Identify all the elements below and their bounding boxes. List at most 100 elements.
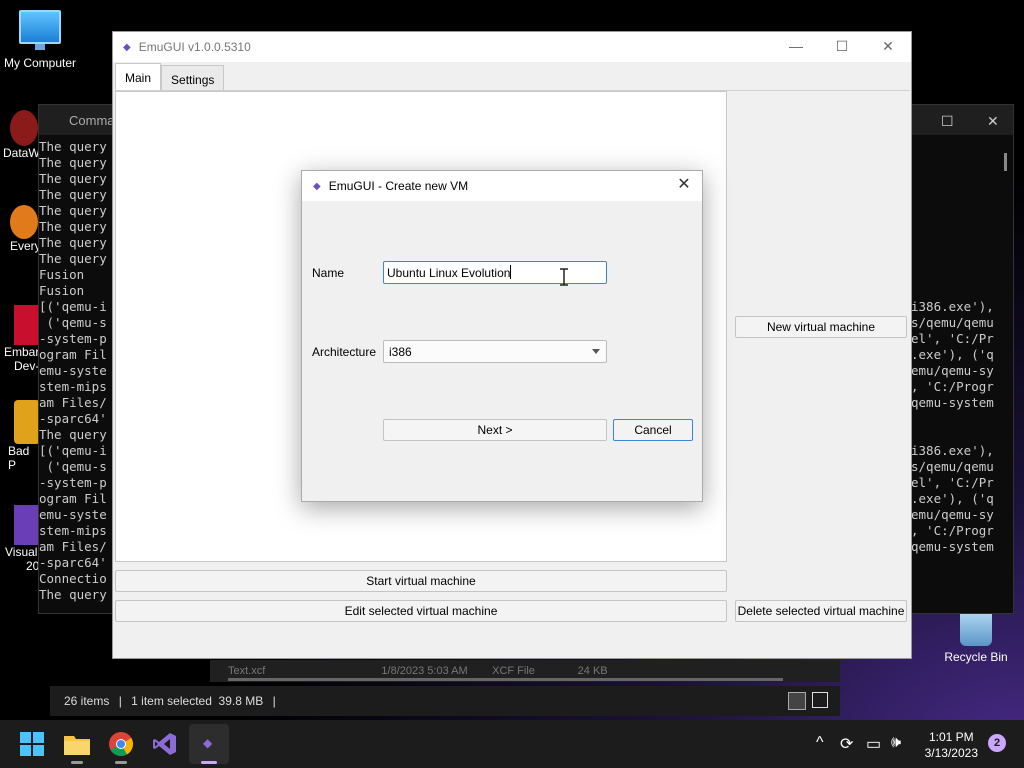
cmd-line: -sparc64': [39, 555, 107, 570]
cancel-button[interactable]: Cancel: [613, 419, 693, 441]
cmd-line: [('qemu-i: [39, 299, 107, 314]
close-icon[interactable]: ✕: [865, 32, 911, 62]
cmd-line: s/qemu/qemu: [911, 315, 994, 330]
emugui-icon: ◆: [313, 180, 321, 192]
maximize-icon[interactable]: ☐: [819, 32, 865, 62]
start-icon: [20, 732, 44, 756]
tab-main[interactable]: Main: [115, 63, 162, 91]
tab-bar: Main Settings: [115, 63, 225, 91]
desktop-icon-label: Recycle Bin: [944, 650, 1008, 664]
desktop-icon-label: My Computer: [3, 56, 77, 70]
delete-vm-button[interactable]: Delete selected virtual machine: [735, 600, 907, 622]
desktop-icon-embarcadero[interactable]: Embar Dev-: [0, 305, 42, 373]
cmd-line: .exe'), ('q: [911, 347, 994, 362]
taskbar-emugui[interactable]: ◆: [189, 724, 229, 764]
window-controls: — ☐ ✕: [773, 32, 911, 62]
cmd-line: stem-mips: [39, 379, 107, 394]
new-vm-button[interactable]: New virtual machine: [735, 316, 907, 338]
running-indicator: [115, 761, 127, 764]
desktop-icon-visual-studio[interactable]: Visual 20: [0, 505, 40, 573]
selection-info: 1 item selected 39.8 MB: [131, 694, 264, 708]
desktop-icon-label: Embar: [4, 345, 40, 359]
desktop-icon-datawarrior[interactable]: DataW: [0, 110, 40, 160]
close-icon[interactable]: ✕: [672, 174, 696, 198]
close-icon[interactable]: ✕: [987, 113, 999, 130]
cmd-line: -system-p: [39, 331, 107, 346]
cmd-line: The query: [39, 219, 107, 234]
cmd-line: am Files/: [39, 395, 107, 410]
edit-vm-button[interactable]: Edit selected virtual machine: [115, 600, 727, 622]
cmd-line: The query: [39, 427, 107, 442]
cmd-line: -system-p: [39, 475, 107, 490]
cmd-line: stem-mips: [39, 523, 107, 538]
details-view-icon[interactable]: [788, 692, 806, 710]
architecture-label: Architecture: [312, 345, 377, 359]
text-cursor-icon: [560, 268, 568, 286]
file-row-text: Text.xcf 1/8/2023 5:03 AM XCF File 24 KB: [228, 665, 608, 677]
network-icon[interactable]: ▭: [866, 734, 881, 754]
datawarrior-icon: [10, 110, 38, 146]
vm-name-input[interactable]: Ubuntu Linux Evolution: [383, 261, 607, 284]
start-button[interactable]: [12, 724, 52, 764]
desktop-icon-label: Every: [10, 239, 41, 253]
explorer-status-bar: 26 items | 1 item selected 39.8 MB |: [50, 686, 840, 716]
desktop-icon-recycle-bin[interactable]: Recycle Bin: [936, 610, 1016, 664]
cmd-line: ogram Fil: [39, 347, 107, 362]
text-caret: [510, 265, 512, 279]
cmd-line: , 'C:/Progr: [911, 523, 994, 538]
maximize-icon[interactable]: ☐: [941, 113, 954, 130]
tab-settings[interactable]: Settings: [161, 65, 225, 91]
desktop-icon-bad-piggies[interactable]: Bad P: [0, 400, 40, 472]
cmd-line: emu/qemu-sy: [911, 507, 994, 522]
cmd-output-right: i386.exe'), s/qemu/qemu el', 'C:/Pr .exe'),…: [911, 297, 1011, 555]
horizontal-scrollbar[interactable]: [228, 678, 783, 681]
visual-studio-icon: [153, 733, 176, 755]
clock[interactable]: 1:01 PM 3/13/2023: [925, 729, 978, 761]
next-button[interactable]: Next >: [383, 419, 607, 441]
desktop-icon-label: Visual: [5, 545, 38, 559]
tiles-view-icon[interactable]: [812, 692, 828, 708]
cmd-line: el', 'C:/Pr: [911, 475, 994, 490]
chevron-up-icon[interactable]: ^: [816, 734, 824, 752]
scrollbar-thumb[interactable]: [1004, 153, 1007, 171]
cmd-line: The query: [39, 187, 107, 202]
cmd-line: am Files/: [39, 539, 107, 554]
file-explorer-icon: [64, 736, 90, 755]
desktop-icon-everything[interactable]: Every: [0, 205, 41, 253]
taskbar-visual-studio[interactable]: [145, 724, 185, 764]
desktop-icon-label: Dev-: [14, 359, 40, 373]
cmd-line: el', 'C:/Pr: [911, 331, 994, 346]
architecture-value: i386: [389, 345, 412, 359]
running-indicator: [71, 761, 83, 764]
vm-name-value: Ubuntu Linux Evolution: [387, 266, 511, 280]
sync-icon[interactable]: ⟳: [840, 734, 853, 754]
cmd-line: Fusion: [39, 283, 85, 298]
desktop-icon-my-computer[interactable]: My Computer: [0, 10, 80, 70]
start-vm-button[interactable]: Start virtual machine: [115, 570, 727, 592]
cmd-line: -sparc64': [39, 411, 107, 426]
cmd-line: Fusion: [39, 267, 85, 282]
cmd-line: emu-syste: [39, 507, 107, 522]
cmd-line: Connectio: [39, 571, 107, 586]
volume-icon[interactable]: 🕪: [891, 734, 901, 752]
desktop-icon-label: Bad P: [8, 444, 30, 472]
notification-badge[interactable]: 2: [988, 734, 1006, 752]
cmd-line: i386.exe'),: [911, 443, 994, 458]
architecture-select[interactable]: i386: [383, 340, 607, 363]
name-label: Name: [312, 266, 345, 280]
cmd-line: The query: [39, 171, 107, 186]
chevron-down-icon: [592, 349, 600, 354]
cmd-line: .exe'), ('q: [911, 491, 994, 506]
taskbar-chrome[interactable]: [101, 724, 141, 764]
taskbar-file-explorer[interactable]: [57, 724, 97, 764]
create-vm-dialog[interactable]: ◆ EmuGUI - Create new VM ✕ Name Ubuntu L…: [301, 170, 703, 502]
cmd-line: qemu-system: [911, 539, 994, 554]
cmd-line: ogram Fil: [39, 491, 107, 506]
minimize-icon[interactable]: —: [773, 32, 819, 62]
cmd-line: s/qemu/qemu: [911, 459, 994, 474]
cmd-line: [('qemu-i: [39, 443, 107, 458]
cmd-line: The query: [39, 203, 107, 218]
cmd-line: [911, 411, 1011, 427]
cmd-line: emu/qemu-sy: [911, 363, 994, 378]
cmd-line: The query: [39, 235, 107, 250]
